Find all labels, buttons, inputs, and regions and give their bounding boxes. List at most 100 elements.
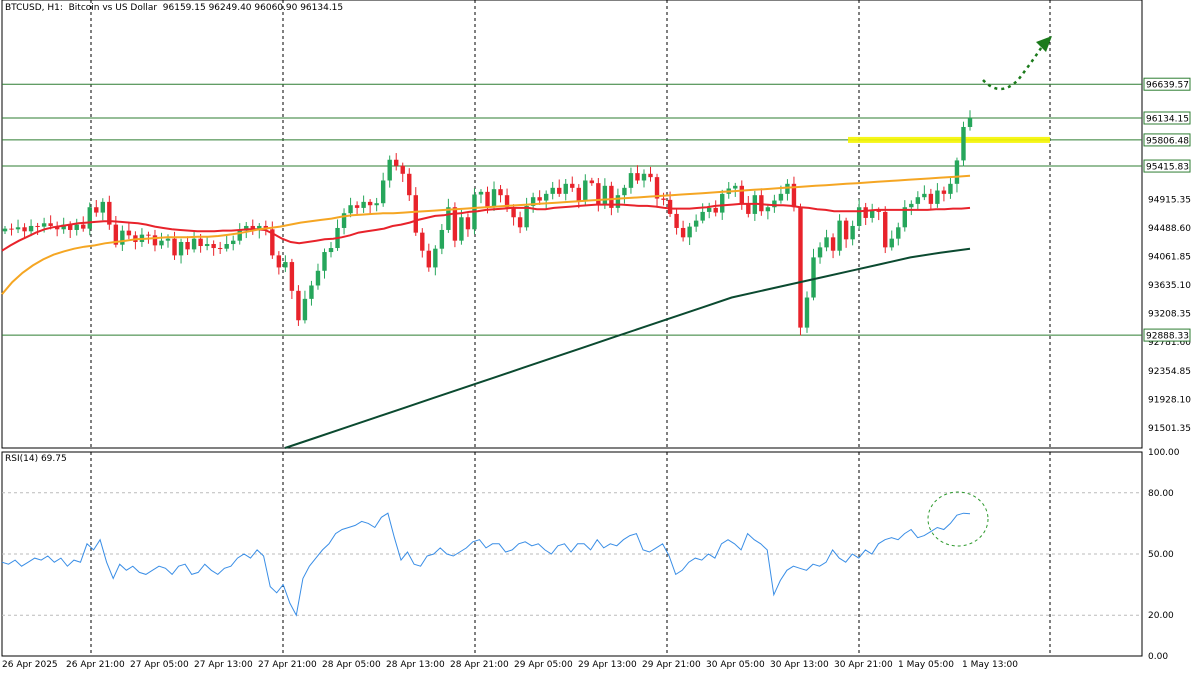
x-tick-label: 29 Apr 21:00 [642,660,701,670]
price-tick-label: 91501.35 [1148,424,1191,434]
candle-body [2,228,8,232]
candle-body [315,270,321,286]
rsi-line [1,512,971,617]
x-tick-label: 27 Apr 05:00 [130,660,189,670]
candle-body [491,189,497,208]
candle-body [785,183,790,194]
candle-body [413,195,418,233]
level-label: 95806.48 [1146,136,1189,146]
candle-body [648,173,653,178]
candle-body [498,189,503,196]
candle-body [543,193,549,201]
candle-body [478,191,484,195]
candle-body [374,203,379,206]
candle-body [178,242,184,256]
candle-body [517,217,523,228]
candle-body [837,220,842,251]
candle-body [935,190,940,204]
candle-body [941,190,947,194]
candle-body [191,238,197,250]
candle-body [804,297,810,328]
candle-body [524,205,529,228]
candle-body [165,238,171,241]
candle-body [928,193,934,204]
price-tick-label: 93208.35 [1148,310,1191,320]
x-tick-label: 28 Apr 05:00 [322,660,381,670]
candle-body [680,227,686,238]
candle-body [922,193,927,198]
x-tick-label: 26 Apr 2025 [2,660,58,670]
candle-body [596,183,601,206]
candle-body [700,211,705,221]
candle-body [765,207,771,212]
candle-body [909,203,914,208]
candle-body [459,217,464,241]
candle-body [204,244,210,247]
candle-body [896,227,901,239]
x-tick-label: 29 Apr 05:00 [514,660,573,670]
candle-body [863,207,868,218]
x-tick-label: 27 Apr 21:00 [258,660,317,670]
rsi-tick-label: 100.00 [1148,448,1180,458]
candle-body [224,244,229,249]
candle-body [856,207,862,226]
candle-body [465,217,471,230]
candle-body [28,225,34,232]
candle-body [276,255,282,268]
candle-body [407,173,412,196]
candle-body [433,248,438,268]
candle-body [883,211,888,248]
candle-body [961,126,966,161]
candle-body [485,191,490,208]
candle-body [693,220,699,227]
price-tick-label: 94061.85 [1148,253,1191,263]
candle-body [622,187,627,196]
candle-body [322,252,327,271]
candle-body [798,207,803,328]
rsi-highlight-circle [927,491,989,547]
candle-body [231,240,236,245]
price-panel-frame [1,0,1143,449]
candle-body [9,228,14,230]
candle-body [309,285,314,299]
candle-body [367,201,373,206]
rsi-tick-label: 80.00 [1148,489,1174,499]
candle-body [817,247,823,258]
candle-body [100,201,106,213]
candle-body [15,227,21,230]
candle-body [583,180,588,201]
candle-body [746,203,751,214]
candle-body [81,224,86,229]
candle-body [120,230,125,245]
candle-body [628,173,634,188]
chart-canvas[interactable]: 94915.35 94488.60 94061.85 93635.10 93208.35… [0,0,1200,675]
x-tick-label: 30 Apr 13:00 [770,660,829,670]
candle-body [674,213,679,228]
candle-body [720,193,725,213]
candle-body [869,210,875,218]
candle-body [302,298,308,321]
candle-body [94,207,99,213]
candle-body [739,185,744,204]
candle-body [641,173,647,181]
candle-body [426,250,432,268]
candle-body [563,183,568,194]
candle-body [48,223,53,226]
candle-body [400,165,405,174]
candle-body [198,238,203,247]
candle-body [635,173,640,181]
candle-body [296,290,301,321]
x-tick-label: 30 Apr 21:00 [834,660,893,670]
price-tick-label: 91928.10 [1148,395,1191,405]
candle-body [146,234,151,236]
x-tick-label: 27 Apr 13:00 [194,660,253,670]
candle-body [576,187,581,201]
candle-body [667,199,673,214]
candle-body [452,207,458,241]
candle-body [361,201,366,208]
candle-body [687,226,692,238]
candle-body [550,187,555,194]
candle-body [772,200,777,208]
candle-body [537,197,542,201]
ma-slow-line [284,247,971,449]
